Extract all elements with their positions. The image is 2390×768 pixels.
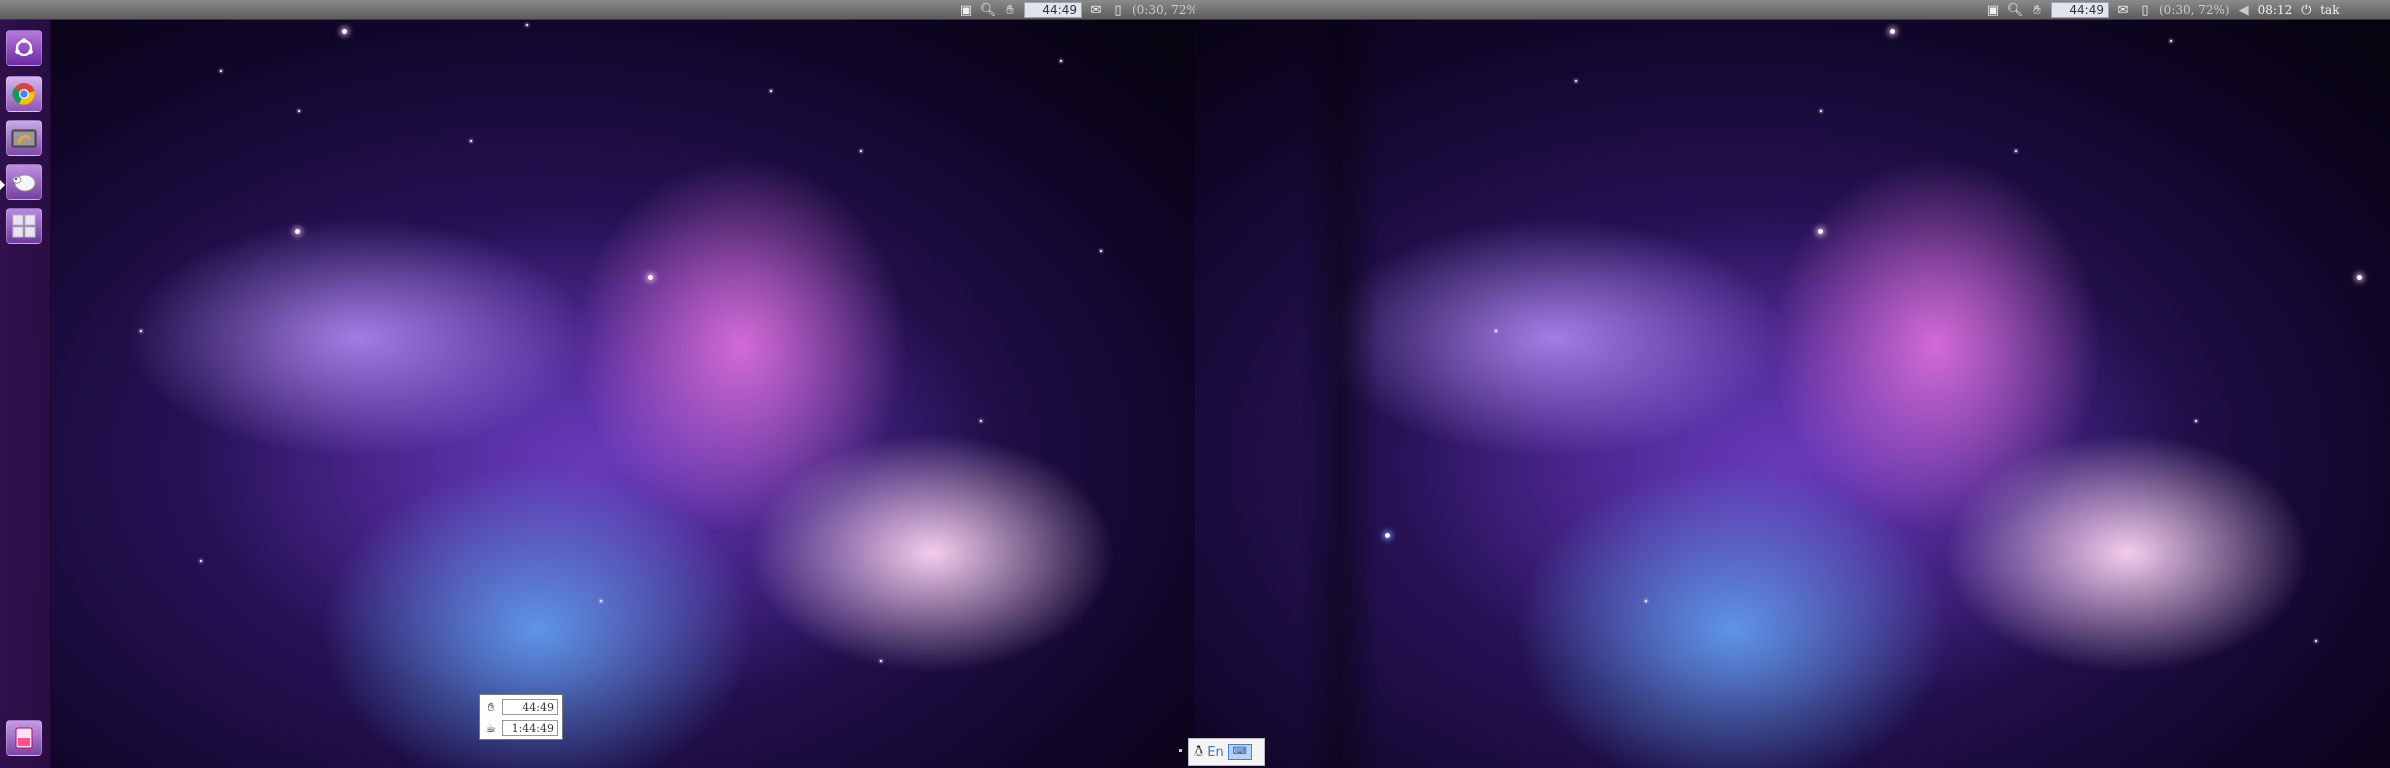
display-icon[interactable]: ▣ xyxy=(958,2,974,18)
search-icon[interactable]: 🔍︎ xyxy=(2007,2,2024,18)
launcher-item-dash-home[interactable] xyxy=(6,30,42,66)
timer-widget-value[interactable]: 44:49 xyxy=(502,699,558,715)
wallpaper-star xyxy=(295,229,300,234)
launcher-item-trash[interactable] xyxy=(6,720,42,756)
wallpaper-star xyxy=(2315,640,2317,642)
wallpaper-star xyxy=(2170,40,2172,42)
running-app-indicator xyxy=(0,180,5,190)
wallpaper-star xyxy=(298,110,300,112)
wallpaper-star xyxy=(2015,150,2017,152)
timer-widget-total[interactable]: 1:44:49 xyxy=(502,720,558,736)
separator-dot xyxy=(1179,749,1182,752)
wallpaper-star xyxy=(860,150,862,152)
launcher-item-workspaces[interactable] xyxy=(6,208,42,244)
launcher xyxy=(0,20,51,768)
wallpaper-star xyxy=(648,275,653,280)
hand-icon[interactable]: ✋︎ xyxy=(1002,2,1018,18)
launcher-item-pidgin[interactable] xyxy=(6,164,42,200)
battery-icon[interactable]: ▯ xyxy=(2137,2,2153,18)
wallpaper-star xyxy=(1100,250,1102,252)
wallpaper-star xyxy=(880,660,882,662)
timer-field[interactable]: 44:49 xyxy=(1024,2,1082,18)
workspace-switcher-icon xyxy=(11,213,37,239)
indicator-area-right: ▣ 🔍︎ ✋︎ 44:49 ✉︎ ▯ (0:30, 72%) ◀︎ 08:12 … xyxy=(1985,0,2339,20)
launcher-item-files[interactable] xyxy=(6,120,42,156)
clock[interactable]: 08:12 xyxy=(2258,3,2293,17)
wallpaper-star xyxy=(342,29,347,34)
wallpaper-star xyxy=(470,140,472,142)
wallpaper-star xyxy=(2357,275,2362,280)
desktop: ▣ 🔍︎ ✋︎ 44:49 ✉︎ ▯ (0:30, 72%) ◀︎ 08:12 … xyxy=(0,0,2390,768)
battery-status[interactable]: (0:30, 72%) xyxy=(1132,3,1203,17)
monitor-seam-shadow xyxy=(1300,0,1380,768)
wallpaper-star xyxy=(1890,29,1895,34)
display-icon[interactable]: ▣ xyxy=(1985,2,2001,18)
wallpaper-star xyxy=(600,600,602,602)
volume-icon[interactable]: ◀︎ xyxy=(2236,2,2252,18)
timer-widget-row: ☕︎ 1:44:49 xyxy=(482,718,558,738)
wallpaper-star xyxy=(1818,229,1823,234)
mail-icon[interactable]: ✉︎ xyxy=(2115,2,2131,18)
input-language[interactable]: En xyxy=(1207,745,1223,760)
coffee-cup-icon: ☕︎ xyxy=(485,721,497,735)
top-panel-left: ▣ 🔍︎ ✋︎ 44:49 ✉︎ ▯ (0:30, 72%) ◀︎ 08:12 … xyxy=(0,0,1312,20)
power-icon[interactable]: ⏻ xyxy=(2298,2,2314,18)
wallpaper-star xyxy=(140,330,142,332)
wallpaper-star xyxy=(200,560,202,562)
wallpaper-star xyxy=(1820,110,1822,112)
search-icon[interactable]: 🔍︎ xyxy=(980,2,997,18)
hand-icon: ✋︎ xyxy=(487,699,495,714)
user-name[interactable]: tak xyxy=(2320,3,2339,17)
pidgin-icon xyxy=(11,169,37,195)
ubuntu-logo-icon xyxy=(11,35,37,61)
timer-widget-row: ✋︎ 44:49 xyxy=(482,697,558,717)
trash-icon xyxy=(11,725,37,751)
launcher-item-chromium[interactable] xyxy=(6,76,42,112)
timer-widget[interactable]: ✋︎ 44:49 ☕︎ 1:44:49 xyxy=(479,694,563,740)
chrome-icon xyxy=(11,81,37,107)
wallpaper-star xyxy=(1495,330,1497,332)
wallpaper-star xyxy=(220,70,222,72)
keyboard-icon[interactable]: ⌨ xyxy=(1227,744,1252,760)
wallpaper-star xyxy=(1385,533,1390,538)
battery-status[interactable]: (0:30, 72%) xyxy=(2159,3,2230,17)
mail-icon[interactable]: ✉︎ xyxy=(1088,2,1104,18)
wallpaper-star xyxy=(770,90,772,92)
wallpaper-star xyxy=(980,420,982,422)
wallpaper-star xyxy=(2195,420,2197,422)
hand-icon[interactable]: ✋︎ xyxy=(2029,2,2045,18)
wallpaper-left xyxy=(0,0,1195,768)
battery-icon[interactable]: ▯ xyxy=(1110,2,1126,18)
wallpaper-star xyxy=(1060,60,1062,62)
wallpaper-star xyxy=(1645,600,1647,602)
wallpaper-star xyxy=(1575,80,1577,82)
tux-icon: 🐧︎ xyxy=(1194,742,1204,760)
timer-field[interactable]: 44:49 xyxy=(2051,2,2109,18)
wallpaper-star xyxy=(526,24,528,26)
files-icon xyxy=(11,125,37,151)
input-method-indicator[interactable]: 🐧︎ En ⌨ xyxy=(1179,738,1265,766)
